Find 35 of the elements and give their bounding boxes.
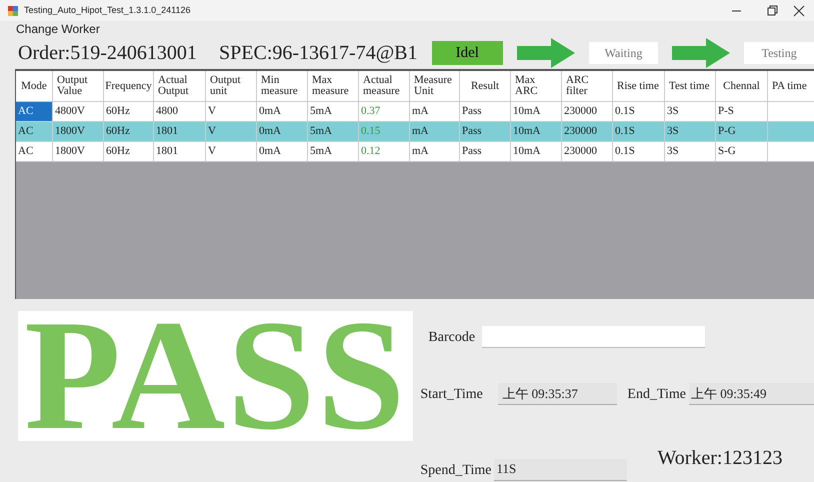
start-time-label: Start_Time xyxy=(420,386,484,404)
end-time-field: 上午 09:35:49 xyxy=(689,383,814,405)
table-cell: 230000 xyxy=(562,142,613,162)
table-row[interactable]: AC 1800V 60Hz 1801 V 0mA 5mA 0.15 mA Pass 10mA 230000 0.1S 3S P-G xyxy=(16,122,814,142)
table-cell: 0mA xyxy=(257,142,308,162)
table-cell: 60Hz xyxy=(104,142,154,162)
table-cell: 5mA xyxy=(308,142,359,162)
spec-number: SPEC:96-13617-74@B1 xyxy=(219,41,418,66)
spend-time-label: Spend_Time xyxy=(420,462,492,480)
table-cell: 3S xyxy=(665,142,716,162)
table-row[interactable]: AC 1800V 60Hz 1801 V 0mA 5mA 0.12 mA Pass 10mA 230000 0.1S 3S S-G xyxy=(16,142,814,162)
start-time-field: 上午 09:35:37 xyxy=(498,383,618,405)
result-text: PASS xyxy=(24,311,408,441)
order-number: Order:519-240613001 xyxy=(18,41,198,66)
menu-item[interactable]: Change Worker xyxy=(16,20,100,38)
table-cell: 10mA xyxy=(511,142,562,162)
barcode-label: Barcode xyxy=(428,328,476,346)
end-time-label: End_Time xyxy=(627,386,686,404)
window-title: Testing_Auto_Hipot_Test_1.3.1.0_241126 xyxy=(24,4,190,17)
table-row[interactable]: AC 4800V 60Hz 4800 V 0mA 5mA 0.37 mA Pass 10mA 230000 0.1S 3S P-S xyxy=(16,102,814,122)
table-cell: Pass xyxy=(460,142,511,162)
table-cell: AC xyxy=(16,102,53,122)
table-cell: AC xyxy=(16,142,53,162)
table-cell: 0.12 xyxy=(359,142,410,162)
table-cell: 0.1S xyxy=(613,142,665,162)
status-step: Waiting xyxy=(588,42,658,64)
status-step: Testing xyxy=(744,42,814,64)
table-cell: 1800V xyxy=(53,142,104,162)
table-cell: V xyxy=(206,142,257,162)
table-cell: 1801 xyxy=(154,142,206,162)
table-cell: S-G xyxy=(716,142,768,162)
spend-time-field: 11S xyxy=(494,459,628,481)
status-step: Idel xyxy=(432,41,503,65)
worker-id: Worker:123123 xyxy=(657,446,782,471)
table-cell: mA xyxy=(410,142,460,162)
